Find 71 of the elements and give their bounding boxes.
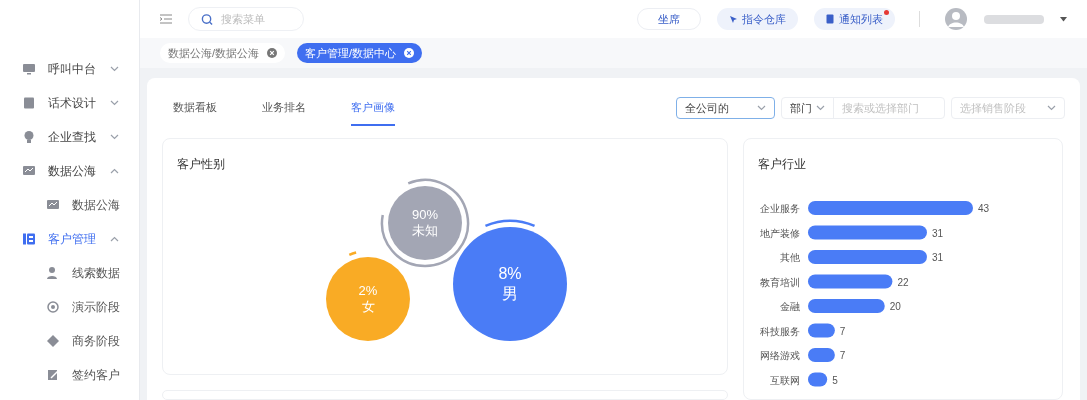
category-label: 男 — [502, 284, 518, 304]
value-label: 31 — [931, 252, 944, 263]
target-icon — [46, 300, 60, 314]
department-select[interactable]: 部门 — [782, 98, 834, 118]
bulb-icon — [22, 130, 36, 144]
axis-label: 教育培训 — [760, 276, 800, 288]
axis-label: 企业服务 — [760, 203, 800, 214]
sidebar-subitem[interactable]: 商务阶段 — [0, 324, 139, 358]
tab[interactable]: 数据看板 — [173, 90, 217, 126]
value-label: 43 — [978, 203, 990, 214]
sidebar-item[interactable]: 呼叫中台 — [0, 52, 139, 86]
page-tab[interactable]: 数据公海/数据公海 — [160, 43, 286, 63]
header-button[interactable]: 指令仓库 — [717, 8, 798, 30]
close-icon[interactable] — [404, 48, 415, 58]
chevron-down-icon — [1047, 105, 1056, 111]
bar — [808, 323, 835, 338]
panel-title: 客户行业 — [758, 156, 806, 173]
monitor-icon — [22, 62, 36, 76]
diamond-icon — [46, 334, 60, 348]
caret-icon[interactable] — [1060, 16, 1067, 22]
search-icon — [201, 12, 213, 26]
tab[interactable]: 客户画像 — [351, 90, 395, 126]
document-icon — [826, 14, 835, 24]
card-icon — [22, 232, 36, 246]
header-button[interactable]: 通知列表 — [814, 8, 895, 30]
chevron-up-icon — [110, 236, 119, 242]
sidebar-item[interactable]: 客户管理 — [0, 222, 139, 256]
axis-label: 网络游戏 — [760, 350, 800, 361]
axis-label: 互联网 — [770, 374, 800, 386]
category-label: 女 — [361, 299, 375, 316]
close-icon[interactable] — [267, 48, 278, 58]
chevron-down-icon — [110, 100, 119, 106]
chevron-up-icon — [110, 168, 119, 174]
percent-label: 90% — [412, 207, 438, 224]
scope-select[interactable]: 全公司的 — [676, 97, 775, 119]
bar — [808, 348, 835, 362]
axis-label: 其他 — [780, 252, 800, 263]
header-button[interactable]: 坐席 — [637, 8, 701, 30]
value-label: 5 — [832, 374, 838, 386]
chart-icon — [22, 164, 36, 178]
panel-title: 客户性别 — [177, 156, 225, 173]
percent-label: 2% — [358, 283, 378, 300]
sidebar-item[interactable]: 数据公海 — [0, 154, 139, 188]
sidebar-subitem[interactable]: 数据公海 — [0, 188, 139, 222]
sidebar-subitem[interactable]: 线索数据 — [0, 256, 139, 290]
page-tab[interactable]: 客户管理/数据中心 — [297, 43, 423, 63]
sidebar-item[interactable]: 企业查找 — [0, 120, 139, 154]
book-icon — [22, 96, 36, 110]
sidebar-item[interactable]: 话术设计 — [0, 86, 139, 120]
value-label: 22 — [897, 276, 909, 288]
person-icon — [46, 266, 60, 280]
category-label: 未知 — [412, 223, 438, 240]
tab[interactable]: 业务排名 — [262, 90, 306, 126]
chevron-down-icon — [816, 105, 825, 111]
value-label: 31 — [931, 227, 944, 239]
percent-label: 8% — [498, 264, 522, 284]
axis-label: 金融 — [780, 301, 800, 312]
search-input[interactable]: 搜索菜单 — [221, 10, 291, 28]
bar — [808, 372, 828, 387]
chevron-down-icon — [757, 105, 766, 111]
chevron-down-icon — [110, 66, 119, 72]
axis-label: 科技服务 — [760, 325, 800, 337]
chart-icon — [46, 198, 60, 212]
sidebar-subitem[interactable]: 演示阶段 — [0, 290, 139, 324]
chevron-down-icon — [110, 134, 119, 140]
value-label: 20 — [889, 301, 901, 312]
value-label: 7 — [839, 350, 846, 361]
pen-icon — [46, 368, 60, 382]
axis-label: 地产装修 — [760, 227, 800, 239]
sidebar-subitem[interactable]: 签约客户 — [0, 358, 139, 392]
value-label: 7 — [839, 325, 846, 337]
